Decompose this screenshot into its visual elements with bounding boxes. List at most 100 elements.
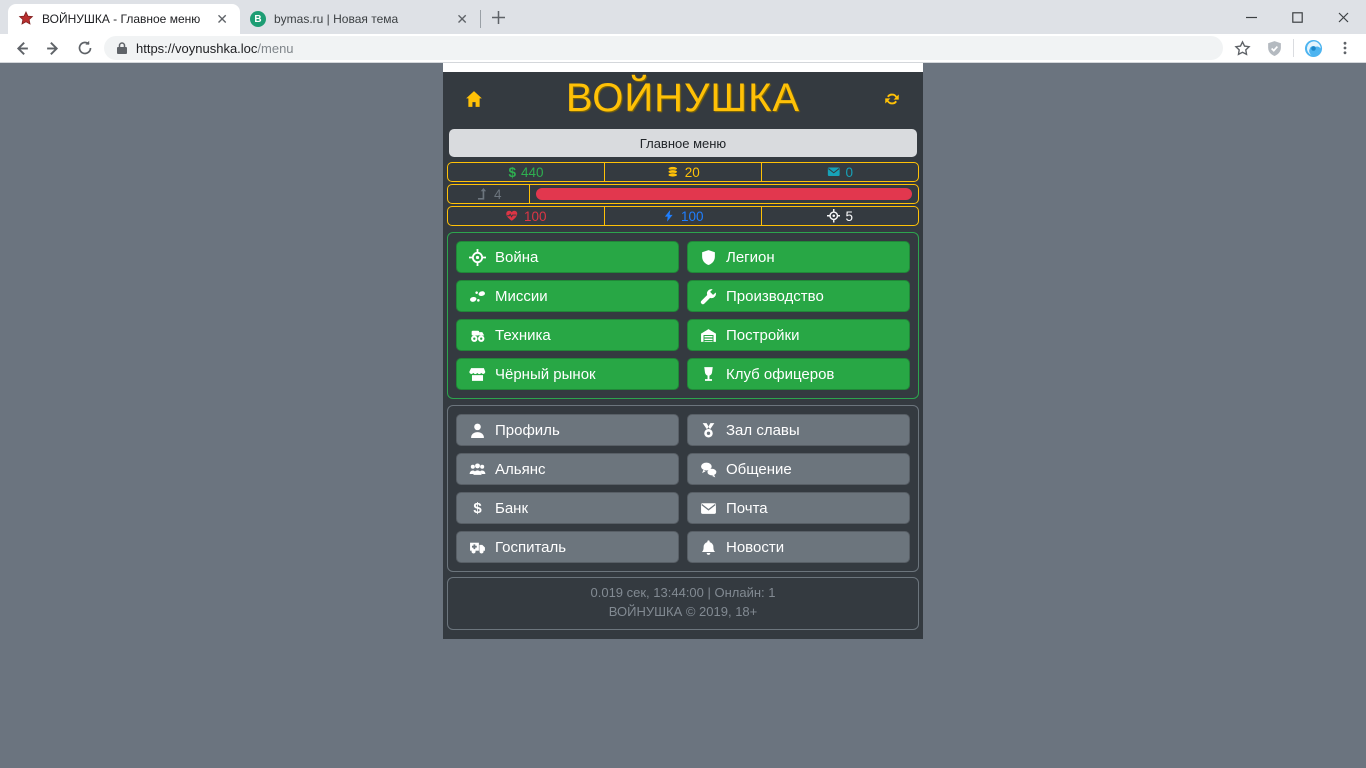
users-icon (469, 461, 486, 478)
menu-button-profile[interactable]: Профиль (456, 414, 679, 446)
swirl-extension-icon[interactable] (1300, 35, 1326, 61)
stats-table: $ 440 20 0 4 (447, 162, 919, 226)
button-label: Зал славы (726, 422, 800, 439)
close-button[interactable] (1320, 0, 1366, 34)
minimize-button[interactable] (1228, 0, 1274, 34)
tab-bymas[interactable]: В bymas.ru | Новая тема ✕ (240, 4, 480, 34)
menu-button-legion[interactable]: Легион (687, 241, 910, 273)
menu-button-buildings[interactable]: Постройки (687, 319, 910, 351)
browser-menu-icon[interactable] (1332, 35, 1358, 61)
tab-close-icon[interactable]: ✕ (454, 10, 470, 28)
xp-progress (529, 185, 918, 203)
page-top-strip (443, 63, 923, 72)
menu-button-war[interactable]: Война (456, 241, 679, 273)
button-label: Почта (726, 500, 768, 517)
forward-button[interactable] (40, 35, 66, 61)
menu-button-alliance[interactable]: Альянс (456, 453, 679, 485)
health-value: 100 (524, 209, 547, 224)
footer-stats-line: 0.019 сек, 13:44:00 | Онлайн: 1 (448, 584, 918, 603)
truck-icon (469, 327, 486, 344)
menu-button-hospital[interactable]: Госпиталь (456, 531, 679, 563)
game-header: ВОЙНУШКА (443, 72, 923, 125)
tab-title: bymas.ru | Новая тема (274, 12, 446, 26)
button-label: Миссии (495, 288, 548, 305)
shield-extension-icon[interactable] (1261, 35, 1287, 61)
button-label: Клуб офицеров (726, 366, 834, 383)
wrench-icon (700, 288, 717, 305)
new-tab-button[interactable] (485, 4, 511, 30)
ammo-value: 5 (845, 209, 853, 224)
bell-icon (700, 539, 717, 556)
game-title: ВОЙНУШКА (483, 76, 883, 121)
browser-toolbar: https://voynushka.loc/menu (0, 34, 1366, 63)
secondary-menu-group: Профиль Зал славы Альянс Общение $ Банк (447, 405, 919, 572)
coins-stat: 20 (604, 163, 761, 181)
maximize-button[interactable] (1274, 0, 1320, 34)
button-label: Чёрный рынок (495, 366, 596, 383)
store-icon (469, 366, 486, 383)
footer-copyright-line: ВОЙНУШКА © 2019, 18+ (448, 603, 918, 622)
toolbar-divider (1293, 39, 1294, 57)
warehouse-icon (700, 327, 717, 344)
menu-button-news[interactable]: Новости (687, 531, 910, 563)
heartbeat-icon (505, 209, 519, 223)
button-label: Новости (726, 539, 784, 556)
goblet-icon (700, 366, 717, 383)
xp-bar-fill (536, 188, 912, 200)
button-label: Производство (726, 288, 824, 305)
xp-bar-track (536, 188, 912, 200)
green-circle-b-icon: В (250, 11, 266, 27)
tab-divider (480, 10, 481, 28)
medal-icon (700, 422, 717, 439)
menu-button-mail[interactable]: Почта (687, 492, 910, 524)
stats-row-vitals: 100 100 5 (447, 206, 919, 226)
user-icon (469, 422, 486, 439)
menu-button-hall-of-fame[interactable]: Зал славы (687, 414, 910, 446)
comments-icon (700, 461, 717, 478)
menu-button-bank[interactable]: $ Банк (456, 492, 679, 524)
breadcrumb: Главное меню (449, 129, 917, 157)
red-star-icon (18, 11, 34, 27)
primary-menu-group: Война Легион Миссии Производство Техника (447, 232, 919, 399)
refresh-icon[interactable] (883, 90, 901, 108)
button-label: Постройки (726, 327, 800, 344)
footer-info: 0.019 сек, 13:44:00 | Онлайн: 1 ВОЙНУШКА… (447, 577, 919, 630)
level-value: 4 (494, 187, 502, 202)
level-up-icon (475, 187, 489, 201)
button-label: Общение (726, 461, 792, 478)
menu-button-missions[interactable]: Миссии (456, 280, 679, 312)
shield-icon (700, 249, 717, 266)
tab-voynushka[interactable]: ВОЙНУШКА - Главное меню ✕ (8, 4, 240, 34)
tab-close-icon[interactable]: ✕ (214, 10, 230, 28)
energy-value: 100 (681, 209, 704, 224)
button-label: Техника (495, 327, 551, 344)
button-label: Госпиталь (495, 539, 566, 556)
energy-stat: 100 (604, 207, 761, 225)
mail-value: 0 (845, 165, 853, 180)
dollar-icon: $ (469, 500, 486, 517)
game-container: ВОЙНУШКА Главное меню $ 440 20 (443, 63, 923, 639)
back-button[interactable] (8, 35, 34, 61)
envelope-icon (700, 500, 717, 517)
money-value: 440 (521, 165, 544, 180)
button-label: Легион (726, 249, 775, 266)
menu-button-officers-club[interactable]: Клуб офицеров (687, 358, 910, 390)
crosshair-icon (469, 249, 486, 266)
url-bar[interactable]: https://voynushka.loc/menu (104, 36, 1223, 60)
plus-icon (492, 11, 505, 24)
menu-button-vehicles[interactable]: Техника (456, 319, 679, 351)
menu-button-production[interactable]: Производство (687, 280, 910, 312)
money-stat: $ 440 (448, 163, 604, 181)
mail-stat: 0 (761, 163, 918, 181)
stats-row-level: 4 (447, 184, 919, 204)
menu-button-chat[interactable]: Общение (687, 453, 910, 485)
bookmark-star-icon[interactable] (1229, 35, 1255, 61)
home-icon[interactable] (465, 90, 483, 108)
reload-button[interactable] (72, 35, 98, 61)
crosshair-icon (827, 209, 841, 223)
menu-button-black-market[interactable]: Чёрный рынок (456, 358, 679, 390)
bolt-icon (662, 209, 676, 223)
url-text: https://voynushka.loc/menu (136, 41, 294, 56)
tab-strip: ВОЙНУШКА - Главное меню ✕ В bymas.ru | Н… (0, 0, 1366, 34)
envelope-icon (827, 165, 841, 179)
